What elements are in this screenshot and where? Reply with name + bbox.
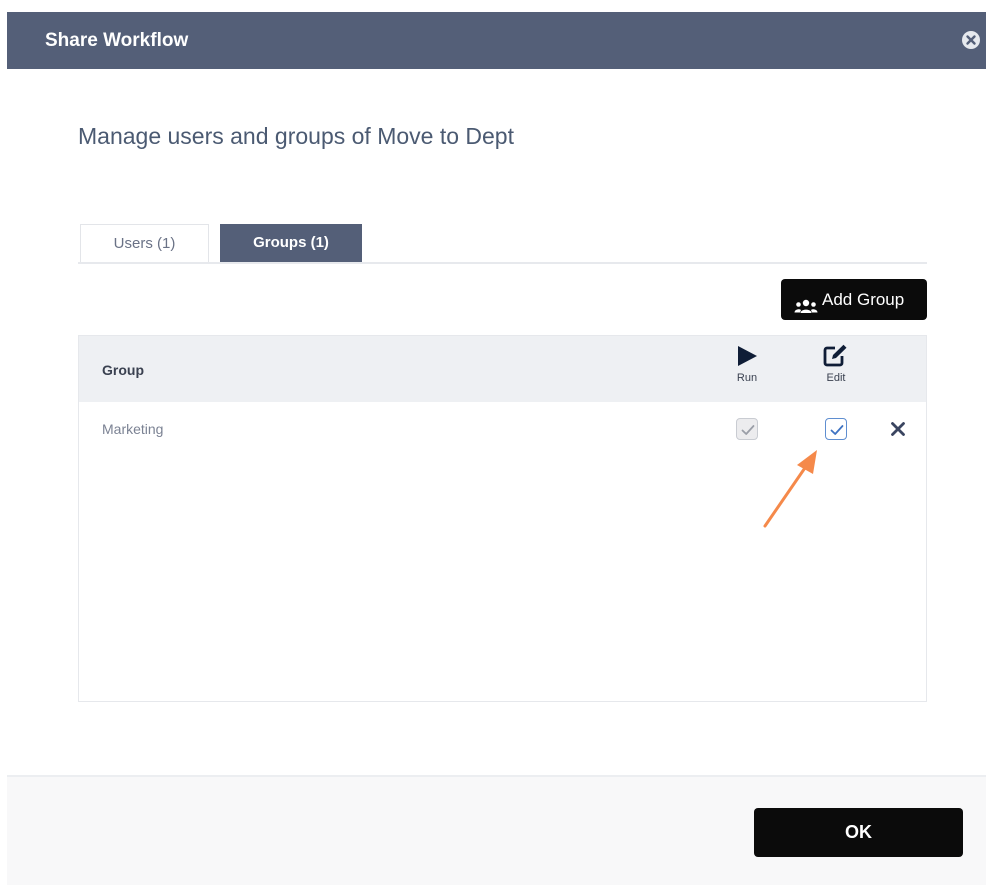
column-label-run: Run: [736, 372, 758, 384]
tab-bar: Users (1) Groups (1): [78, 224, 927, 264]
tab-groups[interactable]: Groups (1): [220, 224, 362, 262]
dialog-subtitle: Manage users and groups of Move to Dept: [78, 123, 514, 149]
close-icon[interactable]: [962, 31, 980, 49]
group-name: Marketing: [102, 421, 164, 437]
users-icon: [794, 290, 818, 331]
play-icon: [738, 346, 757, 366]
dialog-title: Share Workflow: [45, 30, 189, 51]
column-header-run: Run: [727, 344, 767, 384]
column-label-edit: Edit: [826, 372, 846, 384]
column-header-group: Group: [102, 362, 144, 378]
run-checkbox[interactable]: [736, 418, 758, 440]
check-icon: [741, 425, 755, 435]
annotation-arrow-icon: [763, 450, 817, 528]
remove-group-button[interactable]: [890, 421, 906, 437]
dialog-header: Share Workflow: [7, 12, 986, 69]
share-workflow-dialog: Share Workflow Manage users and groups o…: [0, 0, 986, 885]
edit-icon: [823, 344, 847, 367]
tab-users[interactable]: Users (1): [80, 224, 209, 262]
table-header: Group Run Edit: [79, 336, 926, 402]
close-icon: [891, 422, 905, 436]
tab-divider: [78, 262, 927, 264]
add-group-label: Add Group: [822, 290, 905, 309]
edit-checkbox[interactable]: [825, 418, 847, 440]
check-icon: [830, 425, 844, 435]
ok-button[interactable]: OK: [754, 808, 963, 857]
add-group-button[interactable]: Add Group: [781, 279, 927, 320]
column-header-edit: Edit: [816, 344, 856, 384]
